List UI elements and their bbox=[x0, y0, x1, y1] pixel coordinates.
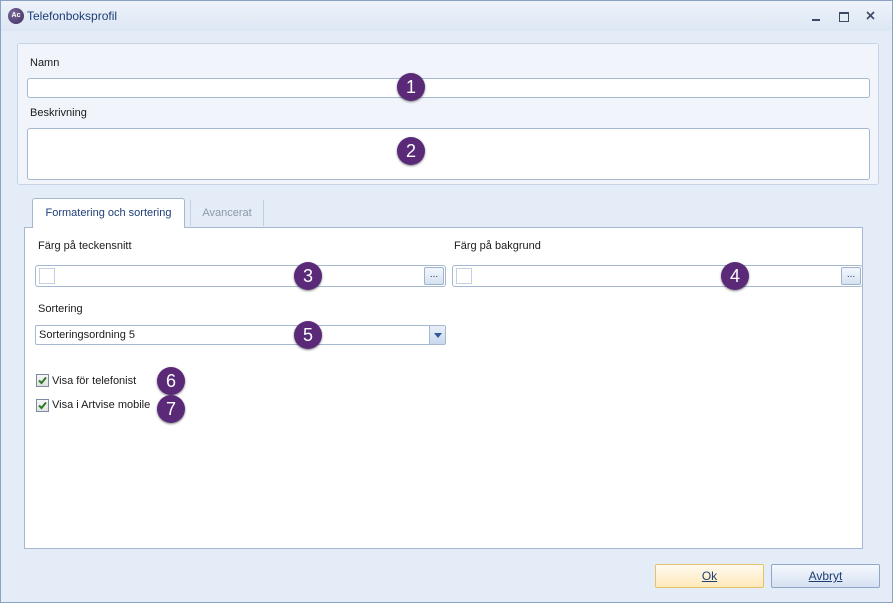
font-color-label: Färg på teckensnitt bbox=[38, 240, 132, 252]
description-label: Beskrivning bbox=[30, 107, 87, 119]
font-color-picker[interactable]: ... bbox=[35, 265, 446, 287]
minimize-icon bbox=[812, 18, 820, 21]
sorting-select[interactable]: Sorteringsordning 5 bbox=[35, 325, 446, 345]
background-color-label: Färg på bakgrund bbox=[454, 240, 541, 252]
tab-formatting-sorting[interactable]: Formatering och sortering bbox=[32, 198, 185, 228]
ok-button-label: Ok bbox=[701, 569, 718, 583]
sorting-select-value: Sorteringsordning 5 bbox=[39, 329, 136, 341]
show-mobile-checkbox[interactable] bbox=[36, 399, 49, 412]
close-icon bbox=[865, 11, 875, 20]
show-operator-checkbox[interactable] bbox=[36, 374, 49, 387]
app-logo-icon: Ac bbox=[8, 8, 24, 24]
background-color-browse-button[interactable]: ... bbox=[841, 267, 861, 285]
callout-badge-2: 2 bbox=[397, 137, 425, 165]
show-operator-label: Visa för telefonist bbox=[52, 375, 137, 387]
background-color-picker[interactable]: ... bbox=[452, 265, 863, 287]
show-mobile-label: Visa i Artvise mobile bbox=[52, 399, 151, 411]
checkmark-icon bbox=[38, 376, 47, 385]
cancel-button[interactable]: Avbryt bbox=[771, 564, 880, 588]
checkmark-icon bbox=[38, 401, 47, 410]
maximize-button[interactable] bbox=[833, 7, 855, 25]
window-title: Telefonboksprofil bbox=[27, 9, 118, 23]
font-color-browse-button[interactable]: ... bbox=[424, 267, 444, 285]
title-bar: Ac Telefonboksprofil bbox=[1, 1, 892, 31]
close-button[interactable] bbox=[859, 7, 881, 25]
maximize-icon bbox=[839, 11, 849, 22]
description-textarea[interactable] bbox=[27, 128, 870, 180]
name-label: Namn bbox=[30, 57, 60, 69]
cancel-button-label: Avbryt bbox=[808, 569, 843, 583]
font-color-swatch bbox=[39, 268, 55, 284]
sorting-label: Sortering bbox=[38, 303, 83, 315]
dialog-window: Ac Telefonboksprofil Namn Beskrivning Fo… bbox=[0, 0, 893, 603]
minimize-button[interactable] bbox=[805, 7, 827, 25]
callout-badge-3: 3 bbox=[294, 262, 322, 290]
callout-badge-1: 1 bbox=[397, 73, 425, 101]
chevron-down-icon[interactable] bbox=[429, 326, 445, 344]
background-color-swatch bbox=[456, 268, 472, 284]
callout-badge-4: 4 bbox=[721, 262, 749, 290]
callout-badge-6: 6 bbox=[157, 367, 185, 395]
tab-advanced[interactable]: Avancerat bbox=[190, 200, 264, 226]
name-input[interactable] bbox=[27, 78, 870, 98]
callout-badge-7: 7 bbox=[157, 395, 185, 423]
callout-badge-5: 5 bbox=[294, 321, 322, 349]
ok-button[interactable]: Ok bbox=[655, 564, 764, 588]
